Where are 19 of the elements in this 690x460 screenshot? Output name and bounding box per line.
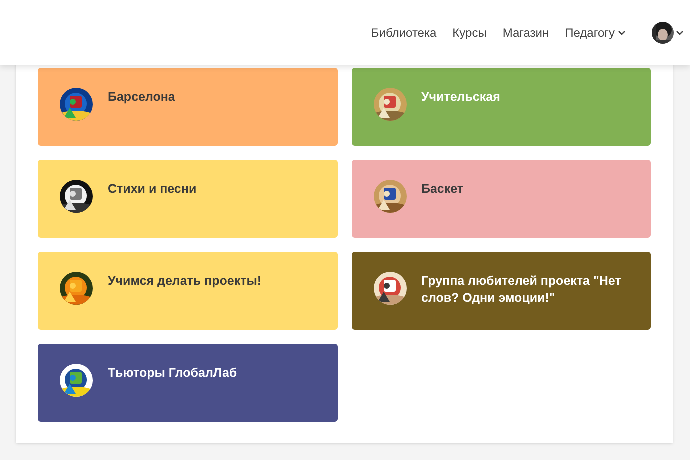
chevron-down-icon xyxy=(676,30,684,36)
group-card[interactable]: Учимся делать проекты! xyxy=(38,252,338,330)
nav-link[interactable]: Магазин xyxy=(502,24,550,42)
chevron-down-icon xyxy=(618,30,626,36)
group-title: Группа любителей проекта "Нет слов? Одни эмоции!" xyxy=(422,273,622,307)
nav-link[interactable]: Курсы xyxy=(452,24,487,42)
group-card[interactable]: Баскет xyxy=(352,160,651,238)
nav-link[interactable]: Библиотека xyxy=(371,24,437,42)
group-title: Учительская xyxy=(422,89,500,106)
group-title: Барселона xyxy=(108,89,176,106)
nav-dropdown[interactable]: Педагогу xyxy=(565,24,626,42)
group-title: Учимся делать проекты! xyxy=(108,273,262,290)
group-card[interactable]: Группа любителей проекта "Нет слов? Одни эмоции!" xyxy=(352,252,651,330)
group-title: Баскет xyxy=(422,181,464,198)
group-card[interactable]: Тьюторы ГлобалЛаб xyxy=(38,344,338,422)
group-title: Тьюторы ГлобалЛаб xyxy=(108,365,238,382)
group-card[interactable]: Стихи и песни xyxy=(38,160,338,238)
group-title: Стихи и песни xyxy=(108,181,197,198)
group-card[interactable]: Барселона xyxy=(38,68,338,146)
